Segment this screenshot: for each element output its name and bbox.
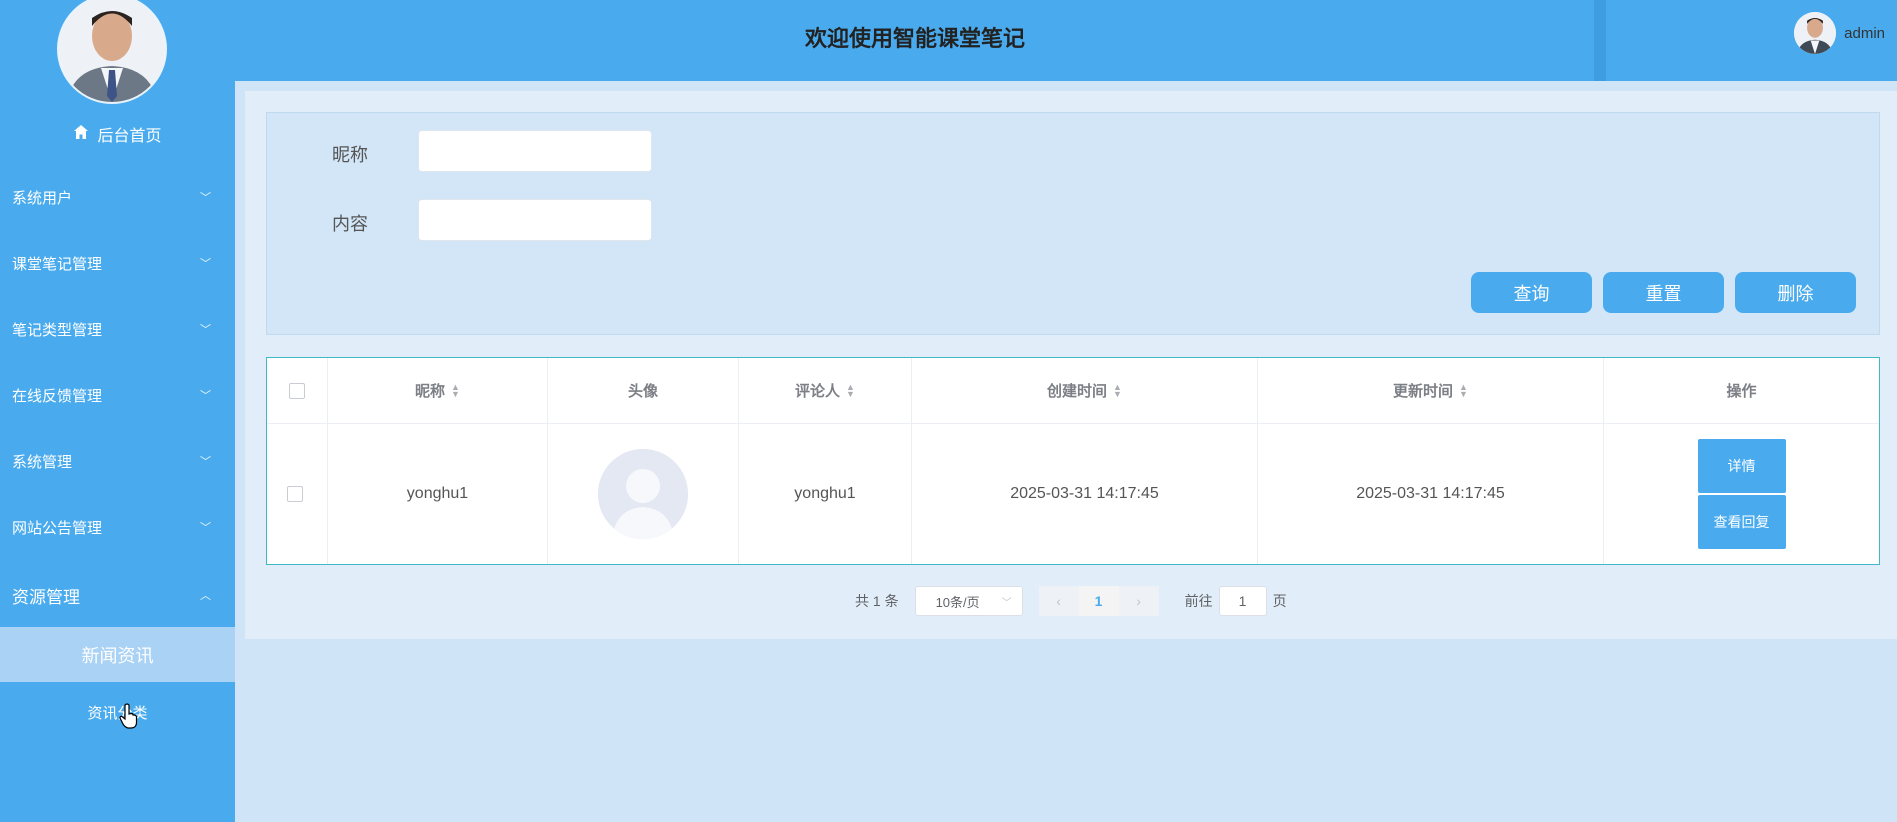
- sort-icon[interactable]: ▲ ▼: [1459, 382, 1468, 398]
- table-header-nickname[interactable]: 昵称 ▲ ▼: [328, 358, 548, 424]
- chevron-down-icon: ﹀: [200, 258, 211, 270]
- detail-button[interactable]: 详情: [1697, 439, 1786, 493]
- table-header-updated[interactable]: 更新时间 ▲ ▼: [1258, 358, 1604, 424]
- sidebar-item-note-type-management[interactable]: 笔记类型管理 ﹀: [0, 309, 235, 349]
- select-all-checkbox[interactable]: [289, 382, 305, 399]
- query-button[interactable]: 查询: [1471, 272, 1592, 313]
- admin-avatar-large: [57, 0, 167, 104]
- sort-icon[interactable]: ▲ ▼: [1113, 382, 1122, 398]
- pagination: 共 1 条 10条/页 ﹀ ‹ 1 › 前往 1 页: [855, 585, 1287, 617]
- sidebar-home-link[interactable]: 后台首页: [0, 122, 235, 146]
- total-count: 共 1 条: [855, 593, 899, 609]
- column-label: 头像: [627, 383, 658, 400]
- content-input[interactable]: [418, 199, 652, 241]
- sidebar-item-label: 网站公告管理: [12, 519, 103, 537]
- sidebar-item-note-management[interactable]: 课堂笔记管理 ﹀: [0, 243, 235, 283]
- goto-label: 前往: [1184, 593, 1213, 609]
- data-table: 昵称 ▲ ▼ 头像 评论人 ▲ ▼ 创建时间 ▲ ▼ 更新时间 ▲ ▼ 操作 yongh…: [266, 357, 1880, 565]
- cell-commenter: yonghu1: [739, 424, 912, 564]
- sort-icon[interactable]: ▲ ▼: [846, 382, 855, 398]
- reset-button[interactable]: 重置: [1603, 272, 1724, 313]
- sidebar-item-feedback-management[interactable]: 在线反馈管理 ﹀: [0, 375, 235, 415]
- table-header-select: [267, 358, 328, 424]
- page-size-select[interactable]: 10条/页 ﹀: [914, 586, 1023, 616]
- column-label: 操作: [1726, 383, 1757, 400]
- nickname-input[interactable]: [418, 130, 652, 172]
- sidebar-item-label: 系统管理: [12, 453, 73, 471]
- chevron-down-icon: ﹀: [200, 192, 211, 204]
- top-header: 欢迎使用智能课堂笔记 admin: [235, 0, 1897, 81]
- cell-actions: 详情 查看回复: [1604, 424, 1879, 564]
- sidebar: 后台首页 系统用户 ﹀ 课堂笔记管理 ﹀ 笔记类型管理 ﹀ 在线反馈管理 ﹀ 系…: [0, 0, 235, 822]
- user-menu[interactable]: admin: [1794, 12, 1885, 54]
- column-label: 创建时间: [1047, 383, 1108, 400]
- chevron-up-icon: ︿: [200, 590, 211, 602]
- header-divider: [1594, 0, 1606, 81]
- sidebar-item-label: 课堂笔记管理: [12, 255, 103, 273]
- chevron-left-icon: ‹: [1056, 593, 1061, 609]
- chevron-down-icon: ﹀: [1001, 597, 1012, 609]
- prev-page-button[interactable]: ‹: [1038, 586, 1079, 616]
- user-avatar-placeholder-icon: [598, 449, 688, 539]
- cell-nickname: yonghu1: [328, 424, 548, 564]
- username: admin: [1844, 24, 1885, 42]
- goto-page-input[interactable]: 1: [1218, 586, 1267, 616]
- sidebar-item-resource-management[interactable]: 资源管理 ︿: [0, 575, 235, 615]
- hand-cursor-icon: [119, 703, 138, 729]
- page-number-current[interactable]: 1: [1078, 586, 1119, 616]
- sidebar-item-label: 系统用户: [12, 189, 73, 207]
- submenu-item-label: 新闻资讯: [81, 645, 154, 666]
- chevron-down-icon: ﹀: [200, 390, 211, 402]
- nickname-label: 昵称: [332, 145, 368, 165]
- next-page-button[interactable]: ›: [1118, 586, 1159, 616]
- page-title: 欢迎使用智能课堂笔记: [804, 26, 1025, 51]
- home-icon: [73, 124, 89, 145]
- chevron-right-icon: ›: [1136, 593, 1141, 609]
- cell-updated: 2025-03-31 14:17:45: [1258, 424, 1604, 564]
- sort-icon[interactable]: ▲ ▼: [451, 382, 460, 398]
- chevron-down-icon: ﹀: [200, 522, 211, 534]
- table-header-commenter[interactable]: 评论人 ▲ ▼: [739, 358, 912, 424]
- column-label: 昵称: [415, 383, 446, 400]
- table-header-avatar: 头像: [548, 358, 739, 424]
- submenu-item-news[interactable]: 新闻资讯: [0, 627, 235, 682]
- cell-created: 2025-03-31 14:17:45: [912, 424, 1258, 564]
- column-label: 评论人: [795, 383, 841, 400]
- admin-avatar-small: [1794, 12, 1837, 54]
- chevron-down-icon: ﹀: [200, 456, 211, 468]
- table-row-select: [267, 424, 328, 564]
- sidebar-item-system-management[interactable]: 系统管理 ﹀: [0, 441, 235, 481]
- sidebar-home-label: 后台首页: [97, 128, 162, 145]
- column-label: 更新时间: [1393, 383, 1454, 400]
- sidebar-item-system-users[interactable]: 系统用户 ﹀: [0, 177, 235, 217]
- chevron-down-icon: ﹀: [200, 324, 211, 336]
- sidebar-item-label: 资源管理: [12, 587, 80, 607]
- page-suffix: 页: [1272, 593, 1287, 609]
- cell-avatar: [548, 424, 739, 564]
- table-header-created[interactable]: 创建时间 ▲ ▼: [912, 358, 1258, 424]
- sidebar-item-announcement-management[interactable]: 网站公告管理 ﹀: [0, 507, 235, 547]
- search-form: 昵称 内容 查询 重置 删除: [266, 112, 1880, 335]
- page-size-value: 10条/页: [935, 594, 980, 610]
- view-replies-button[interactable]: 查看回复: [1697, 495, 1786, 549]
- sidebar-item-label: 笔记类型管理: [12, 321, 103, 339]
- table-header-actions: 操作: [1604, 358, 1879, 424]
- row-checkbox[interactable]: [287, 486, 303, 502]
- content-label: 内容: [332, 214, 368, 234]
- submenu-item-news-category[interactable]: 资讯分类: [0, 692, 235, 732]
- delete-button[interactable]: 删除: [1735, 272, 1856, 313]
- sidebar-item-label: 在线反馈管理: [12, 387, 103, 405]
